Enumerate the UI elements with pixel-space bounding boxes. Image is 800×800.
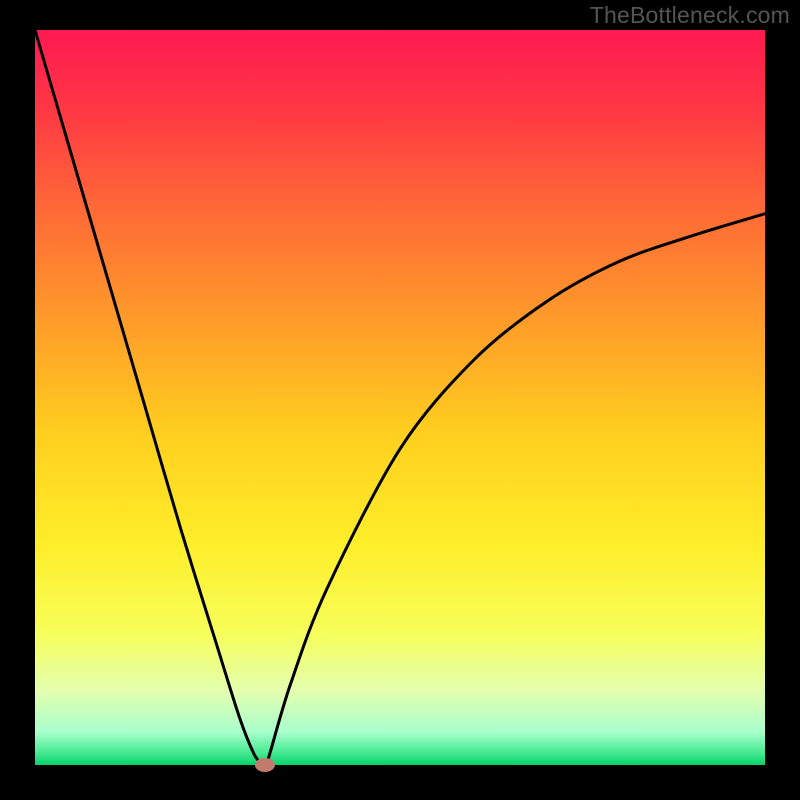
chart-frame: TheBottleneck.com (0, 0, 800, 800)
min-marker (255, 758, 275, 772)
plot-background (35, 30, 765, 765)
watermark-text: TheBottleneck.com (590, 2, 790, 29)
bottleneck-chart (0, 0, 800, 800)
